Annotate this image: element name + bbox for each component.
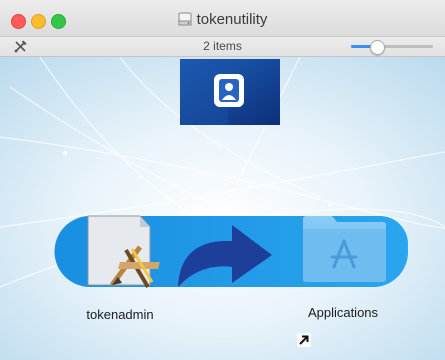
alias-arrow-icon — [297, 333, 311, 347]
icon-size-slider[interactable] — [351, 40, 433, 55]
tokenadmin-label[interactable]: tokenadmin — [60, 307, 180, 322]
token-logo-icon — [180, 59, 280, 125]
disk-icon — [178, 12, 192, 26]
title-bar[interactable]: tokenutility — [0, 0, 445, 37]
folder-content: tokenadmin Applications — [0, 57, 445, 360]
folder-icon[interactable] — [303, 216, 386, 282]
window-title-text: tokenutility — [196, 11, 268, 28]
finder-window: tokenutility 2 items tokenadmin Applicat… — [0, 0, 445, 360]
status-bar: 2 items — [0, 37, 445, 57]
app-icon[interactable] — [87, 215, 160, 289]
window-title: tokenutility — [0, 11, 445, 29]
applications-label[interactable]: Applications — [283, 305, 403, 320]
